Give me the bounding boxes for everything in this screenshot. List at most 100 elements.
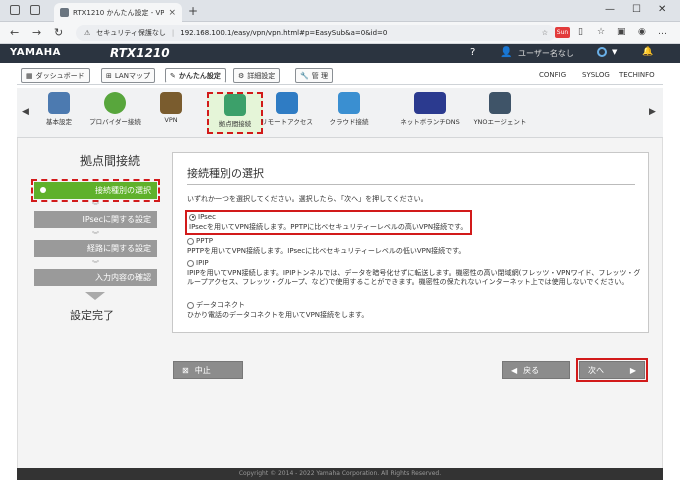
cancel-icon: ⊠ — [182, 365, 189, 375]
lanmap-icon: ⊞ — [106, 71, 112, 80]
favorites-icon[interactable]: ☆ — [597, 27, 605, 37]
techinfo-link[interactable]: TECHINFO — [619, 71, 655, 79]
extension-badge[interactable]: Sun — [555, 27, 570, 38]
feature-basic-label: 基本設定 — [46, 118, 72, 126]
warning-icon[interactable]: ⚠ — [84, 29, 90, 37]
next-button[interactable]: 次へ ▶ — [576, 358, 648, 382]
router-header: YAMAHA RTX1210 ? 👤 ユーザー名なし ▼ 🔔 — [0, 44, 680, 63]
step-chevron-icon: ︾ — [92, 202, 99, 210]
cloud-icon — [338, 92, 360, 114]
browser-tab-strip: RTX1210 かんたん設定 - VPN - 拠点 × + — ☐ ✕ — [0, 0, 680, 22]
content-area: 拠点間接続 接続種別の選択 ︾ IPsecに関する設定 ︾ 経路に関する設定 ︾… — [17, 138, 663, 468]
site-link-icon — [224, 94, 246, 116]
selection-panel: 接続種別の選択 いずれか一つを選択してください。選択したら、「次へ」を押してくだ… — [172, 152, 649, 333]
reload-icon[interactable]: ↻ — [54, 26, 63, 39]
help-icon[interactable]: ? — [470, 47, 475, 58]
feature-yno-label: YNOエージェント — [473, 118, 527, 126]
feature-vpn[interactable]: VPN — [143, 92, 199, 134]
radio-data-connect[interactable] — [187, 301, 194, 309]
window-close-icon[interactable]: ✕ — [658, 4, 666, 15]
security-label[interactable]: セキュリティ保護なし — [96, 28, 166, 38]
step-connection-type: 接続種別の選択 — [31, 179, 160, 202]
done-arrow-icon — [85, 292, 105, 300]
wrench-icon: 🔧 — [300, 71, 309, 80]
bell-icon[interactable]: 🔔 — [642, 47, 653, 57]
step-label: IPsecに関する設定 — [82, 215, 151, 224]
radio-ipsec[interactable] — [189, 213, 196, 221]
forward-icon[interactable]: → — [32, 26, 41, 39]
address-bar[interactable]: ⚠ セキュリティ保護なし | 192.168.100.1/easy/vpn/vp… — [76, 25, 556, 41]
feature-cloud[interactable]: クラウド接続 — [321, 92, 377, 134]
remote-access-icon — [276, 92, 298, 114]
feature-yno-agent[interactable]: YNOエージェント — [467, 92, 533, 134]
url-text[interactable]: 192.168.100.1/easy/vpn/vpn.html#p=EasySu… — [180, 29, 387, 37]
option-ipip[interactable]: IPIP IPIPを用いてVPN接続します。IPIPトンネルでは、データを暗号化… — [187, 259, 642, 288]
divider — [187, 184, 635, 185]
option-name: IPsec — [198, 213, 216, 221]
chevron-down-icon[interactable]: ▼ — [612, 48, 617, 56]
menu-manage-label: 管 理 — [311, 71, 328, 80]
feature-provider[interactable]: プロバイダー接続 — [87, 92, 143, 134]
option-desc: ひかり電話のデータコネクトを用いてVPN接続をします。 — [187, 310, 369, 319]
favorite-icon[interactable]: ☆ — [542, 29, 548, 37]
feature-dns-label: ネットボランチDNS — [400, 118, 460, 126]
network-agent-icon — [489, 92, 511, 114]
option-ipsec[interactable]: IPsec IPsecを用いてVPN接続します。PPTPに比べセキュリティーレベ… — [185, 210, 472, 235]
address-bar-row: ← → ↻ ⚠ セキュリティ保護なし | 192.168.100.1/easy/… — [0, 22, 680, 44]
feature-remote-access[interactable]: リモートアクセス — [259, 92, 315, 134]
back-button[interactable]: ◀ 戻る — [502, 361, 570, 379]
feature-icon-bar: ◀ 基本設定 プロバイダー接続 VPN 拠点間接続 リモートアクセス クラウド接… — [17, 88, 663, 138]
menu-dashboard[interactable]: ▦ ダッシュボード — [21, 68, 90, 83]
menu-lanmap[interactable]: ⊞ LANマップ — [101, 68, 155, 83]
model-name: RTX1210 — [110, 46, 170, 60]
arrow-left-icon: ◀ — [511, 365, 518, 375]
scroll-right-icon[interactable]: ▶ — [649, 107, 656, 117]
step-chevron-icon: ︾ — [92, 260, 99, 268]
menu-dashboard-label: ダッシュボード — [35, 71, 85, 80]
feature-remote-access-label: リモートアクセス — [261, 118, 313, 126]
syslog-link[interactable]: SYSLOG — [582, 71, 610, 79]
profile-icon[interactable] — [10, 5, 20, 15]
back-icon[interactable]: ← — [10, 26, 19, 39]
feature-cloud-label: クラウド接続 — [329, 118, 369, 126]
feature-basic[interactable]: 基本設定 — [31, 92, 87, 134]
scroll-left-icon[interactable]: ◀ — [22, 107, 29, 117]
option-desc: IPsecを用いてVPN接続します。PPTPに比べセキュリティーレベルの高いVP… — [189, 222, 468, 231]
option-data-connect[interactable]: データコネクト ひかり電話のデータコネクトを用いてVPN接続をします。 — [187, 301, 642, 320]
maximize-icon[interactable]: ☐ — [632, 4, 641, 15]
next-label: 次へ — [588, 365, 604, 375]
dashboard-icon: ▦ — [26, 71, 33, 80]
new-tab-icon[interactable]: + — [188, 4, 198, 18]
tab-close-icon[interactable]: × — [168, 8, 176, 18]
browser-tab[interactable]: RTX1210 かんたん設定 - VPN - 拠点 × — [54, 3, 182, 22]
user-icon: 👤 — [500, 47, 513, 58]
current-step-icon — [40, 187, 46, 193]
collections-icon[interactable]: ▣ — [617, 27, 626, 37]
radio-pptp[interactable] — [187, 237, 194, 245]
menu-advanced[interactable]: ⚙ 詳細設定 — [233, 68, 281, 83]
step-confirm: 入力内容の確認 — [34, 269, 157, 286]
lock-icon — [160, 92, 182, 114]
cancel-button[interactable]: ⊠ 中止 — [173, 361, 243, 379]
split-screen-icon[interactable]: ▯ — [578, 27, 583, 37]
copilot-icon[interactable]: ◉ — [638, 27, 646, 37]
menu-advanced-label: 詳細設定 — [247, 71, 276, 80]
option-pptp[interactable]: PPTP PPTPを用いてVPN接続します。IPsecに比べセキュリティーレベル… — [187, 237, 642, 256]
status-circle-icon[interactable] — [597, 47, 607, 57]
tab-actions-icon[interactable] — [30, 5, 40, 15]
footer-copyright: Copyright © 2014 - 2022 Yamaha Corporati… — [17, 468, 663, 480]
panel-title: 接続種別の選択 — [187, 167, 264, 180]
more-icon[interactable]: … — [658, 27, 667, 37]
option-name: データコネクト — [196, 301, 245, 309]
config-link[interactable]: CONFIG — [539, 71, 566, 79]
gear-icon: ⚙ — [238, 71, 245, 80]
feature-site-to-site[interactable]: 拠点間接続 — [207, 92, 263, 134]
favicon-icon — [60, 8, 69, 17]
menu-easy-setup[interactable]: ✎ かんたん設定 — [165, 68, 226, 83]
globe-icon — [104, 92, 126, 114]
feature-netvolante-dns[interactable]: ネットボランチDNS — [395, 92, 465, 134]
step-label: 接続種別の選択 — [95, 186, 151, 195]
radio-ipip[interactable] — [187, 259, 194, 267]
menu-manage[interactable]: 🔧 管 理 — [295, 68, 333, 83]
minimize-icon[interactable]: — — [605, 4, 615, 15]
